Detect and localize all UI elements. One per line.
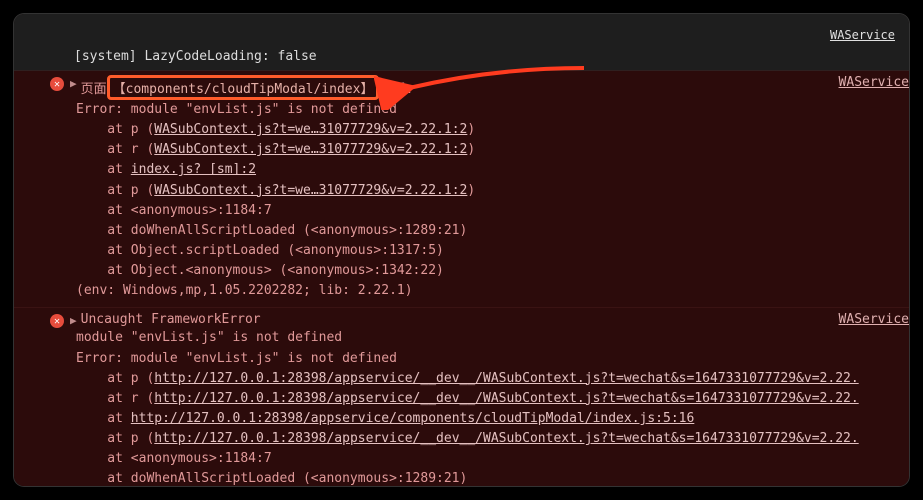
source-link[interactable]: WAService [830, 28, 895, 42]
error-icon: ✕ [50, 314, 64, 328]
source-link[interactable]: WAService [839, 312, 909, 327]
console-error-group[interactable]: WAService ✕ ▶ 页面【components/cloudTipModa… [14, 71, 909, 308]
devtools-console-panel: WAService [system] LazyCodeLoading: fals… [14, 14, 909, 486]
stack-link[interactable]: http://127.0.0.1:28398/appservice/__dev_… [154, 391, 858, 406]
log-message-text: [system] LazyCodeLoading: false [74, 49, 317, 64]
stack-link[interactable]: WASubContext.js?t=we…31077729&v=2.22.1:2 [154, 122, 467, 137]
stack-link[interactable]: http://127.0.0.1:28398/appservice/compon… [131, 411, 695, 426]
stack-line: Error: module "envList.js" is not define… [76, 100, 895, 120]
stack-line: Error: module "envList.js" is not define… [76, 349, 895, 369]
stack-line: at p (http://127.0.0.1:28398/appservice/… [76, 429, 895, 449]
console-log-row[interactable]: [system] LazyCodeLoading: false [14, 46, 909, 71]
stack-line: at doWhenAllScriptLoaded (<anonymous>:12… [76, 221, 895, 241]
expand-caret-icon[interactable]: ▶ [70, 77, 77, 90]
stack-line: at r (WASubContext.js?t=we…31077729&v=2.… [76, 140, 895, 160]
stack-line: (env: Windows,mp,1.05.2202282; lib: 2.22… [76, 281, 895, 301]
error-head-suffix: 错误: [379, 82, 413, 97]
stack-link[interactable]: http://127.0.0.1:28398/appservice/__dev_… [154, 371, 858, 386]
stack-link[interactable]: http://127.0.0.1:28398/appservice/__dev_… [154, 431, 858, 446]
stack-line: at index.js? [sm]:2 [76, 160, 895, 180]
stack-link[interactable]: WASubContext.js?t=we…31077729&v=2.22.1:2 [154, 183, 467, 198]
stack-line: at doWhenAllScriptLoaded (<anonymous>:12… [76, 469, 895, 486]
annotation-highlight-box: 【components/cloudTipModal/index】 [107, 75, 380, 100]
expand-caret-icon[interactable]: ▶ [70, 314, 77, 327]
stack-line: at Object.scriptLoaded (<anonymous>:1317… [76, 241, 895, 261]
stack-line: at r (http://127.0.0.1:28398/appservice/… [76, 389, 895, 409]
error-headline: 页面【components/cloudTipModal/index】错误: [81, 75, 895, 100]
console-error-group[interactable]: WAService ✕ ▶ Uncaught FrameworkError mo… [14, 308, 909, 486]
stack-line: at <anonymous>:1184:7 [76, 449, 895, 469]
stack-line: module "envList.js" is not defined [76, 328, 895, 348]
error-headline: Uncaught FrameworkError [81, 312, 895, 327]
console-top-strip: WAService [14, 14, 909, 46]
stack-line: at p (WASubContext.js?t=we…31077729&v=2.… [76, 120, 895, 140]
error-stack: Error: module "envList.js" is not define… [50, 100, 895, 301]
stack-link[interactable]: WASubContext.js?t=we…31077729&v=2.22.1:2 [154, 142, 467, 157]
stack-line: at Object.<anonymous> (<anonymous>:1342:… [76, 261, 895, 281]
stack-line: at p (WASubContext.js?t=we…31077729&v=2.… [76, 181, 895, 201]
stack-line: at p (http://127.0.0.1:28398/appservice/… [76, 369, 895, 389]
stack-link[interactable]: index.js? [sm]:2 [131, 162, 256, 177]
error-head-prefix: 页面 [81, 82, 107, 97]
stack-line: at <anonymous>:1184:7 [76, 201, 895, 221]
error-stack: module "envList.js" is not defined Error… [50, 328, 895, 486]
error-icon: ✕ [50, 77, 64, 91]
stack-line: at http://127.0.0.1:28398/appservice/com… [76, 409, 895, 429]
source-link[interactable]: WAService [839, 75, 909, 90]
